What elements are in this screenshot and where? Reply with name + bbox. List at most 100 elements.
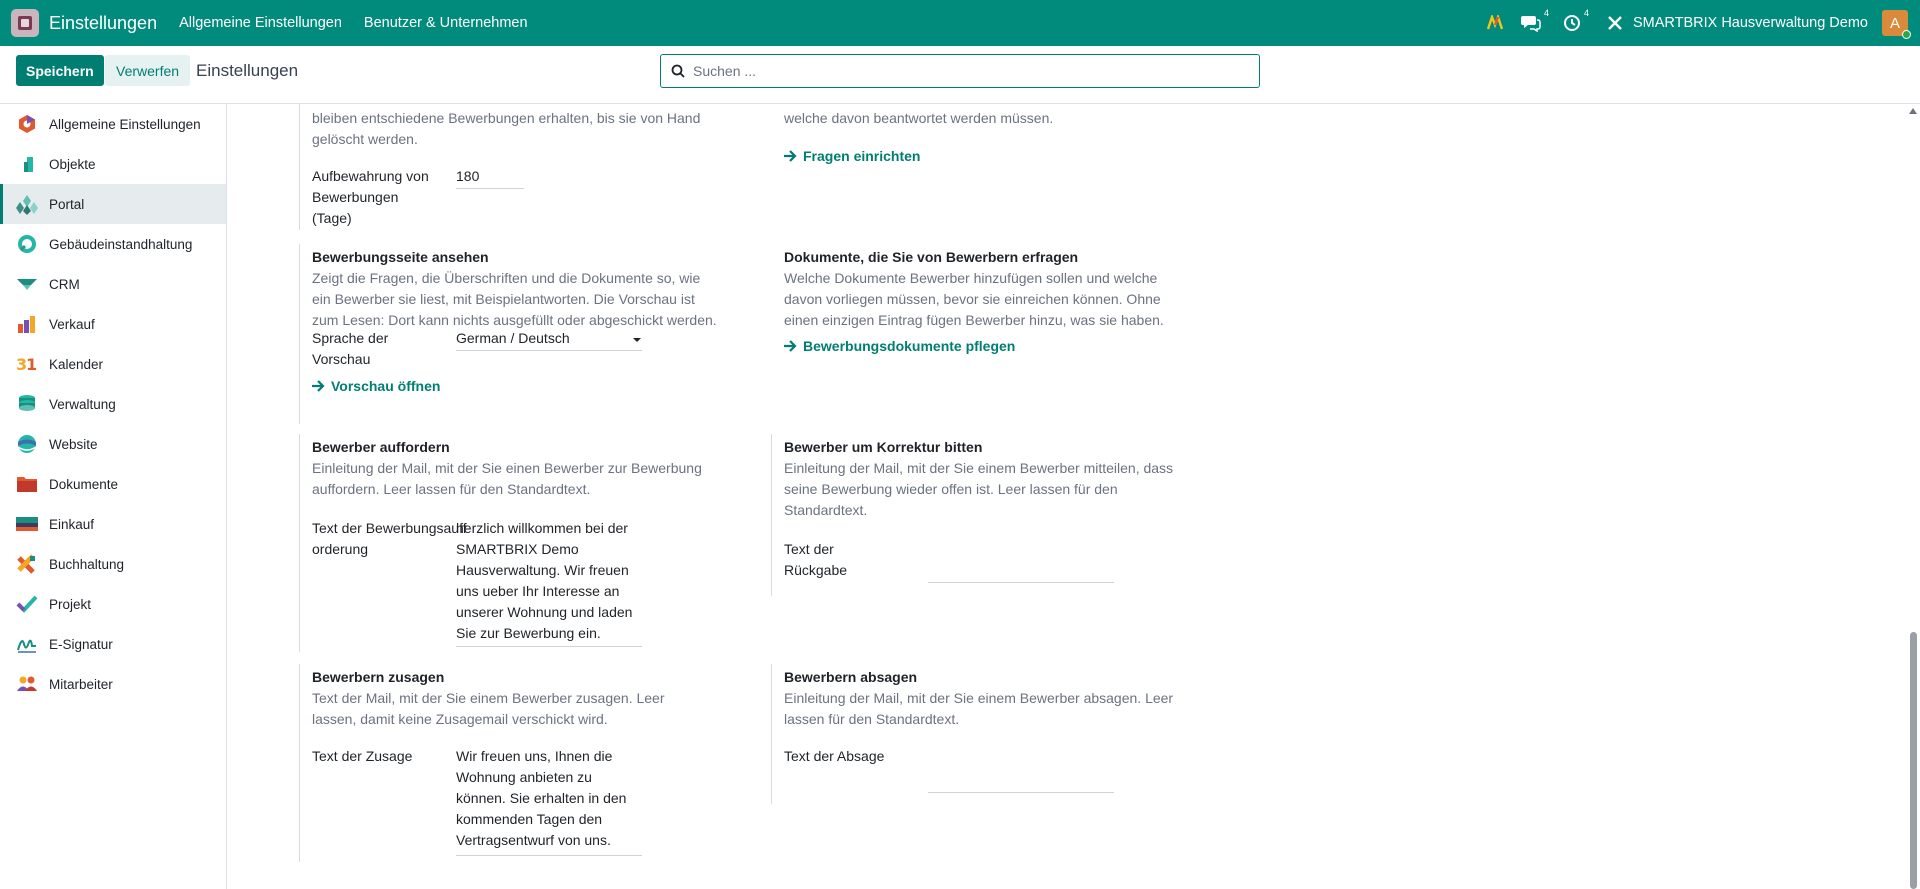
correction-title: Bewerber um Korrektur bitten xyxy=(784,439,983,455)
sidebar-item-label: E-Signatur xyxy=(49,636,113,652)
sidebar-item-label: Kalender xyxy=(49,356,104,372)
website-icon xyxy=(16,433,38,455)
maintenance-icon xyxy=(16,233,38,255)
correction-input-underline xyxy=(928,582,1114,583)
content-scrollbar[interactable] xyxy=(1907,104,1920,889)
setting-correction: Bewerber um Korrektur bitten Einleitung … xyxy=(771,434,1191,596)
preview-title: Bewerbungsseite ansehen xyxy=(312,249,489,265)
employees-icon xyxy=(16,673,38,695)
sidebar-item-project[interactable]: Projekt xyxy=(0,584,226,624)
setting-invite: Bewerber auffordern Einleitung der Mail,… xyxy=(299,434,719,652)
preview-language-select[interactable]: German / Deutsch xyxy=(456,328,641,349)
invite-title: Bewerber auffordern xyxy=(312,439,450,455)
chevron-down-icon[interactable] xyxy=(632,337,642,343)
reject-title: Bewerbern absagen xyxy=(784,669,918,685)
setting-documents: Dokumente, die Sie von Bewerbern erfrage… xyxy=(771,244,1191,364)
arrow-right-icon xyxy=(784,150,797,162)
setting-divider xyxy=(299,434,300,652)
setting-questions: welche davon beantwortet werden müssen. … xyxy=(771,104,1191,164)
invite-field-label: Text der Bewerbungsaufforderung xyxy=(312,520,467,557)
save-button[interactable]: Speichern xyxy=(16,55,104,86)
questions-description: welche davon beantwortet werden müssen. xyxy=(784,110,1054,126)
sidebar-item-label: Verwaltung xyxy=(49,396,116,412)
questions-link-label: Fragen einrichten xyxy=(803,148,921,164)
brand-logo-icon[interactable] xyxy=(1486,15,1503,31)
accounting-icon xyxy=(16,553,38,575)
retention-description-line1: bleiben entschiedene Bewerbungen erhalte… xyxy=(312,110,701,126)
preview-language-value: German / Deutsch xyxy=(456,330,570,346)
preview-link[interactable]: Vorschau öffnen xyxy=(312,378,440,394)
retention-description-line2: gelöscht werden. xyxy=(312,131,418,147)
invite-text-input[interactable]: herzlich willkommen bei der SMARTBRIX De… xyxy=(456,518,641,644)
reject-text-input[interactable] xyxy=(928,746,1113,788)
sidebar-item-crm[interactable]: CRM xyxy=(0,264,226,304)
user-avatar[interactable]: A xyxy=(1882,10,1911,39)
search-box[interactable] xyxy=(660,54,1260,88)
app-title[interactable]: Einstellungen xyxy=(49,13,157,34)
sidebar-item-label: Website xyxy=(49,436,98,452)
app-switcher-icon[interactable] xyxy=(11,9,39,37)
sidebar-item-sales[interactable]: Verkauf xyxy=(0,304,226,344)
setting-accept: Bewerbern zusagen Text der Mail, mit der… xyxy=(299,664,719,862)
accept-text-input[interactable]: Wir freuen uns, Ihnen die Wohnung anbiet… xyxy=(456,746,641,851)
discard-button[interactable]: Verwerfen xyxy=(105,55,191,86)
sidebar-item-objects[interactable]: Objekte xyxy=(0,144,226,184)
activities-count: 4 xyxy=(1583,8,1589,18)
questions-link[interactable]: Fragen einrichten xyxy=(784,148,920,164)
sidebar-item-label: Buchhaltung xyxy=(49,556,125,572)
sidebar-item-accounting[interactable]: Buchhaltung xyxy=(0,544,226,584)
accept-description: Text der Mail, mit der Sie einem Bewerbe… xyxy=(312,690,665,727)
arrow-right-icon xyxy=(312,380,325,392)
calendar-icon: 31 xyxy=(16,353,38,375)
management-icon xyxy=(16,393,38,415)
retention-field-label: Aufbewahrung von Bewerbungen (Tage) xyxy=(312,168,429,226)
company-switcher[interactable]: SMARTBRIX Hausverwaltung Demo xyxy=(1633,15,1868,31)
documents-icon xyxy=(16,473,38,495)
documents-link[interactable]: Bewerbungsdokumente pflegen xyxy=(784,338,1015,354)
accept-input-underline xyxy=(456,855,642,856)
messages-icon[interactable]: 4 xyxy=(1520,8,1549,32)
preview-select-underline xyxy=(456,350,642,351)
accept-title: Bewerbern zusagen xyxy=(312,669,445,685)
search-input[interactable] xyxy=(693,63,1233,79)
setting-preview: Bewerbungsseite ansehen Zeigt die Fragen… xyxy=(299,244,719,424)
correction-field-label: Text der Rückgabe xyxy=(784,541,848,578)
sidebar-item-website[interactable]: Website xyxy=(0,424,226,464)
sidebar-item-calendar[interactable]: 31 Kalender xyxy=(0,344,226,384)
retention-input-underline xyxy=(456,188,524,189)
sidebar-item-maintenance[interactable]: Gebäudeinstandhaltung xyxy=(0,224,226,264)
preview-description: Zeigt die Fragen, die Überschriften und … xyxy=(312,270,717,328)
reject-description: Einleitung der Mail, mit der Sie einem B… xyxy=(784,690,1174,727)
invite-input-underline xyxy=(456,646,642,647)
activity-clock-icon[interactable]: 4 xyxy=(1563,8,1589,32)
search-icon xyxy=(671,64,685,78)
sidebar-item-documents[interactable]: Dokumente xyxy=(0,464,226,504)
sidebar-item-label: Gebäudeinstandhaltung xyxy=(49,236,193,252)
preview-link-label: Vorschau öffnen xyxy=(331,378,441,394)
sidebar-item-employees[interactable]: Mitarbeiter xyxy=(0,664,226,704)
menu-users-companies[interactable]: Benutzer & Unternehmen xyxy=(364,15,528,31)
sidebar-item-management[interactable]: Verwaltung xyxy=(0,384,226,424)
reject-input-underline xyxy=(928,792,1114,793)
signature-icon xyxy=(16,633,38,655)
sidebar-item-label: Einkauf xyxy=(49,516,95,532)
scrollbar-thumb[interactable] xyxy=(1910,632,1917,889)
settings-sidebar: Allgemeine Einstellungen Objekte Portal … xyxy=(0,104,227,889)
sidebar-item-label: Dokumente xyxy=(49,476,119,492)
documents-description: Welche Dokumente Bewerber hinzufügen sol… xyxy=(784,270,1164,328)
setting-retention: bleiben entschiedene Bewerbungen erhalte… xyxy=(299,104,719,230)
scroll-up-arrow-icon[interactable] xyxy=(1909,108,1917,114)
menu-general-settings[interactable]: Allgemeine Einstellungen xyxy=(179,15,342,31)
setting-divider xyxy=(299,104,300,230)
retention-days-input[interactable]: 180 xyxy=(456,166,479,187)
control-panel: Speichern Verwerfen Einstellungen xyxy=(0,46,1920,104)
sidebar-item-label: Verkauf xyxy=(49,316,95,332)
sidebar-item-signature[interactable]: E-Signatur xyxy=(0,624,226,664)
sidebar-item-label: Mitarbeiter xyxy=(49,676,113,692)
correction-text-input[interactable] xyxy=(928,539,1113,581)
debug-tools-icon[interactable] xyxy=(1607,15,1623,31)
sidebar-item-portal[interactable]: Portal xyxy=(0,184,226,224)
sidebar-item-purchase[interactable]: Einkauf xyxy=(0,504,226,544)
setting-divider xyxy=(771,434,772,596)
sidebar-item-general-settings[interactable]: Allgemeine Einstellungen xyxy=(0,104,226,144)
